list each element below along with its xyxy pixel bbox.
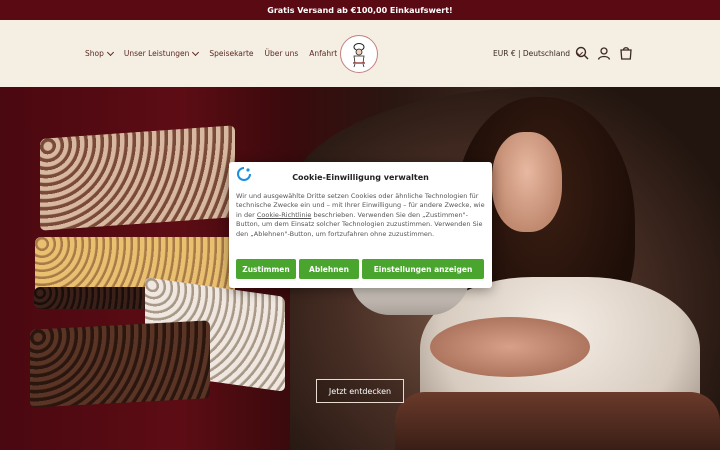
- cookie-description: Wir und ausgewählte Dritte setzen Cookie…: [236, 192, 485, 254]
- chevron-down-icon: [192, 48, 200, 56]
- nav-item-speisekarte[interactable]: Speisekarte: [209, 49, 253, 58]
- settings-button[interactable]: Einstellungen anzeigen: [362, 259, 484, 279]
- announcement-bar: Gratis Versand ab €100,00 Einkaufswert!: [0, 0, 720, 20]
- nav-item-shop[interactable]: Shop: [85, 48, 114, 58]
- logo[interactable]: [340, 35, 378, 73]
- nav-item-anfahrt[interactable]: Anfahrt: [309, 49, 337, 58]
- hero-woman-face: [492, 132, 562, 232]
- site-header: Shop Unser Leistungen Speisekarte Über u…: [0, 20, 720, 87]
- hero-woman-arm: [430, 317, 590, 377]
- nav-item-ueber-uns[interactable]: Über uns: [265, 49, 299, 58]
- cookie-buttons: Zustimmen Ablehnen Einstellungen anzeige…: [236, 259, 484, 279]
- chocolate-display-image: [30, 320, 210, 408]
- cart-icon[interactable]: [618, 45, 634, 61]
- nav-item-leistungen[interactable]: Unser Leistungen: [123, 48, 200, 58]
- discover-button[interactable]: Jetzt entdecken: [316, 379, 404, 403]
- account-icon[interactable]: [596, 45, 612, 61]
- nav-item-label: Anfahrt: [309, 49, 338, 58]
- nav-item-label: Shop: [85, 49, 104, 58]
- chocolate-display-image: [40, 125, 235, 231]
- accept-button[interactable]: Zustimmen: [236, 259, 296, 279]
- hero-armchair: [395, 392, 720, 450]
- nav-item-label: Unser Leistungen: [123, 49, 190, 58]
- search-icon[interactable]: [574, 45, 590, 61]
- cookie-title: Cookie-Einwilligung verwalten: [292, 173, 429, 182]
- nav-item-label: Speisekarte: [209, 49, 254, 58]
- locale-selector[interactable]: EUR € | Deutschland: [493, 20, 583, 87]
- main-nav: Shop Unser Leistungen Speisekarte Über u…: [85, 20, 337, 87]
- logo-chef-icon: [353, 43, 365, 68]
- cookie-consent-dialog: Cookie-Einwilligung verwalten Wir und au…: [229, 162, 492, 288]
- locale-label: EUR € | Deutschland: [493, 49, 570, 58]
- reject-button[interactable]: Ablehnen: [299, 259, 359, 279]
- consent-logo-icon: [237, 167, 251, 181]
- cookie-policy-link[interactable]: Cookie-Richtlinie: [257, 211, 312, 219]
- chevron-down-icon: [106, 48, 114, 56]
- nav-item-label: Über uns: [264, 49, 299, 58]
